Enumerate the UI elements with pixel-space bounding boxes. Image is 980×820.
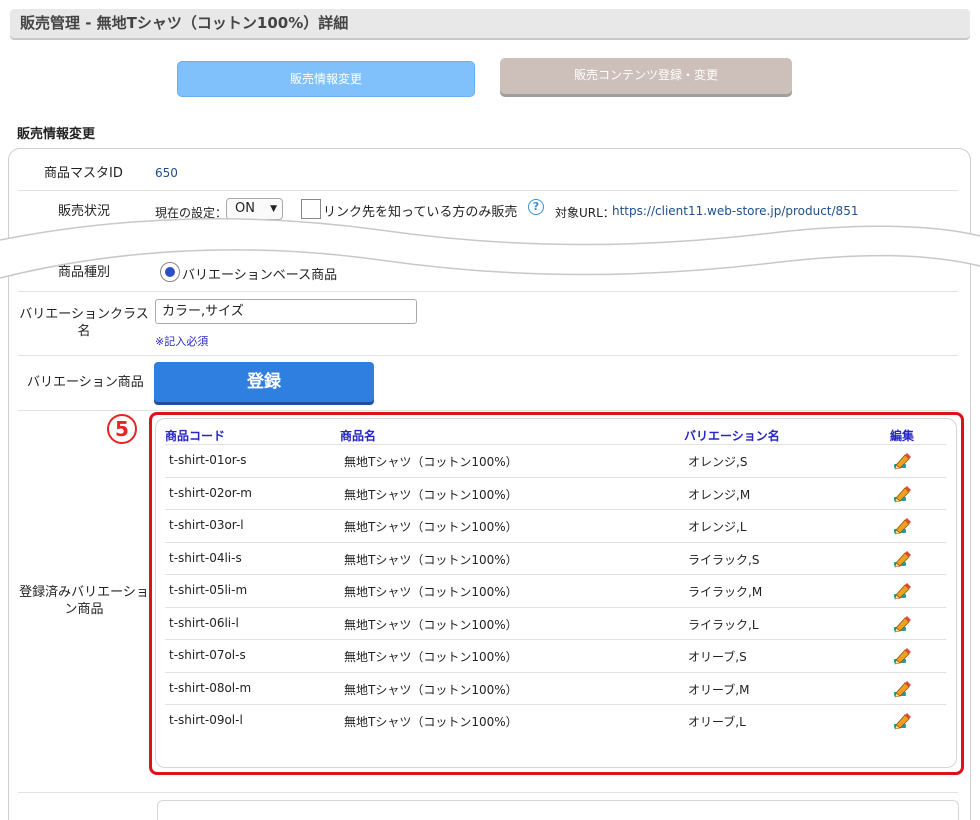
variation-name-cell: ライラック,L (688, 617, 759, 632)
variation-name-cell: ライラック,M (688, 585, 763, 599)
table-row: t-shirt-08ol-m 無地Tシャツ（コットン100%） オリーブ,M (165, 671, 946, 704)
table-row: t-shirt-07ol-s 無地Tシャツ（コットン100%） オリーブ,S (165, 639, 946, 671)
divider (18, 291, 958, 292)
table-row: t-shirt-09ol-l 無地Tシャツ（コットン100%） オリーブ,L (165, 704, 946, 736)
product-type-label: 商品種別 (58, 265, 111, 280)
pencil-edit-icon[interactable] (891, 549, 913, 569)
product-type-radio[interactable] (160, 262, 180, 282)
step-badge: 5 (107, 414, 137, 444)
register-button[interactable]: 登録 (154, 362, 374, 402)
product-name-cell: 無地Tシャツ（コットン100%） (344, 650, 518, 664)
table-row: t-shirt-05li-m 無地Tシャツ（コットン100%） ライラック,M (165, 574, 946, 606)
pencil-edit-icon[interactable] (891, 516, 913, 536)
product-name-cell: 無地Tシャツ（コットン100%） (344, 585, 518, 599)
variation-product-label: バリエーション商品 (27, 375, 144, 390)
variation-name-cell: ライラック,S (688, 552, 760, 567)
table-row: t-shirt-06li-l 無地Tシャツ（コットン100%） ライラック,L (165, 606, 946, 639)
variation-name-cell: オリーブ,S (688, 650, 747, 664)
product-name-cell: 無地Tシャツ（コットン100%） (344, 682, 518, 697)
product-name-cell: 無地Tシャツ（コットン100%） (344, 617, 518, 632)
page-title: 販売管理 - 無地Tシャツ（コットン100%）詳細 (10, 9, 970, 38)
variation-class-label: バリエーションクラス名 (19, 307, 149, 339)
product-code-cell: t-shirt-05li-m (169, 583, 248, 597)
table-row: t-shirt-01or-s 無地Tシャツ（コットン100%） オレンジ,S (165, 444, 946, 476)
product-code-cell: t-shirt-04li-s (169, 550, 242, 565)
divider (18, 410, 958, 411)
variation-name-cell: オレンジ,M (688, 487, 751, 502)
variation-name-cell: オレンジ,L (688, 520, 747, 534)
divider (18, 355, 958, 356)
product-code-cell: t-shirt-07ol-s (169, 648, 246, 662)
variation-name-cell: オリーブ,M (688, 682, 750, 697)
product-code-cell: t-shirt-03or-l (169, 518, 244, 532)
product-name-cell: 無地Tシャツ（コットン100%） (344, 715, 518, 729)
pencil-edit-icon[interactable] (891, 451, 913, 471)
master-id-label: 商品マスタID (44, 166, 123, 181)
product-code-cell: t-shirt-01or-s (169, 453, 247, 467)
variation-class-input[interactable]: カラー,サイズ (155, 299, 417, 324)
master-id-value: 650 (155, 166, 178, 180)
table-row: t-shirt-04li-s 無地Tシャツ（コットン100%） ライラック,S (165, 541, 946, 574)
product-name-cell: 無地Tシャツ（コットン100%） (344, 552, 518, 567)
product-code-cell: t-shirt-08ol-m (169, 680, 252, 695)
product-code-cell: t-shirt-06li-l (169, 615, 239, 630)
column-header-variation: バリエーション名 (684, 429, 780, 443)
variation-name-cell: オレンジ,S (688, 455, 748, 469)
column-header-edit: 編集 (890, 429, 915, 443)
product-type-option-label: バリエーションベース商品 (182, 268, 338, 283)
next-section-box (157, 800, 959, 820)
required-note: ※記入必須 (155, 335, 209, 348)
product-name-cell: 無地Tシャツ（コットン100%） (344, 487, 518, 502)
product-code-cell: t-shirt-09ol-l (169, 713, 243, 727)
product-name-cell: 無地Tシャツ（コットン100%） (344, 520, 518, 534)
pencil-edit-icon[interactable] (891, 484, 913, 504)
divider (18, 792, 958, 793)
variation-name-cell: オリーブ,L (688, 715, 746, 729)
column-header-code: 商品コード (165, 429, 226, 443)
pencil-edit-icon[interactable] (891, 679, 913, 699)
product-code-cell: t-shirt-02or-m (169, 485, 252, 500)
divider (18, 190, 958, 191)
table-row: t-shirt-03or-l 無地Tシャツ（コットン100%） オレンジ,L (165, 509, 946, 541)
radio-dot (165, 267, 175, 277)
section-title: 販売情報変更 (17, 127, 96, 142)
registered-variations-label: 登録済みバリエーション商品 (19, 585, 149, 617)
column-header-name: 商品名 (340, 429, 377, 443)
tab-sales-content[interactable]: 販売コンテンツ登録・変更 (500, 58, 792, 94)
product-name-cell: 無地Tシャツ（コットン100%） (344, 455, 518, 469)
pencil-edit-icon[interactable] (891, 581, 913, 601)
table-row: t-shirt-02or-m 無地Tシャツ（コットン100%） オレンジ,M (165, 476, 946, 509)
pencil-edit-icon[interactable] (891, 711, 913, 731)
pencil-edit-icon[interactable] (891, 614, 913, 634)
tab-sales-info[interactable]: 販売情報変更 (177, 61, 475, 97)
pencil-edit-icon[interactable] (891, 646, 913, 666)
